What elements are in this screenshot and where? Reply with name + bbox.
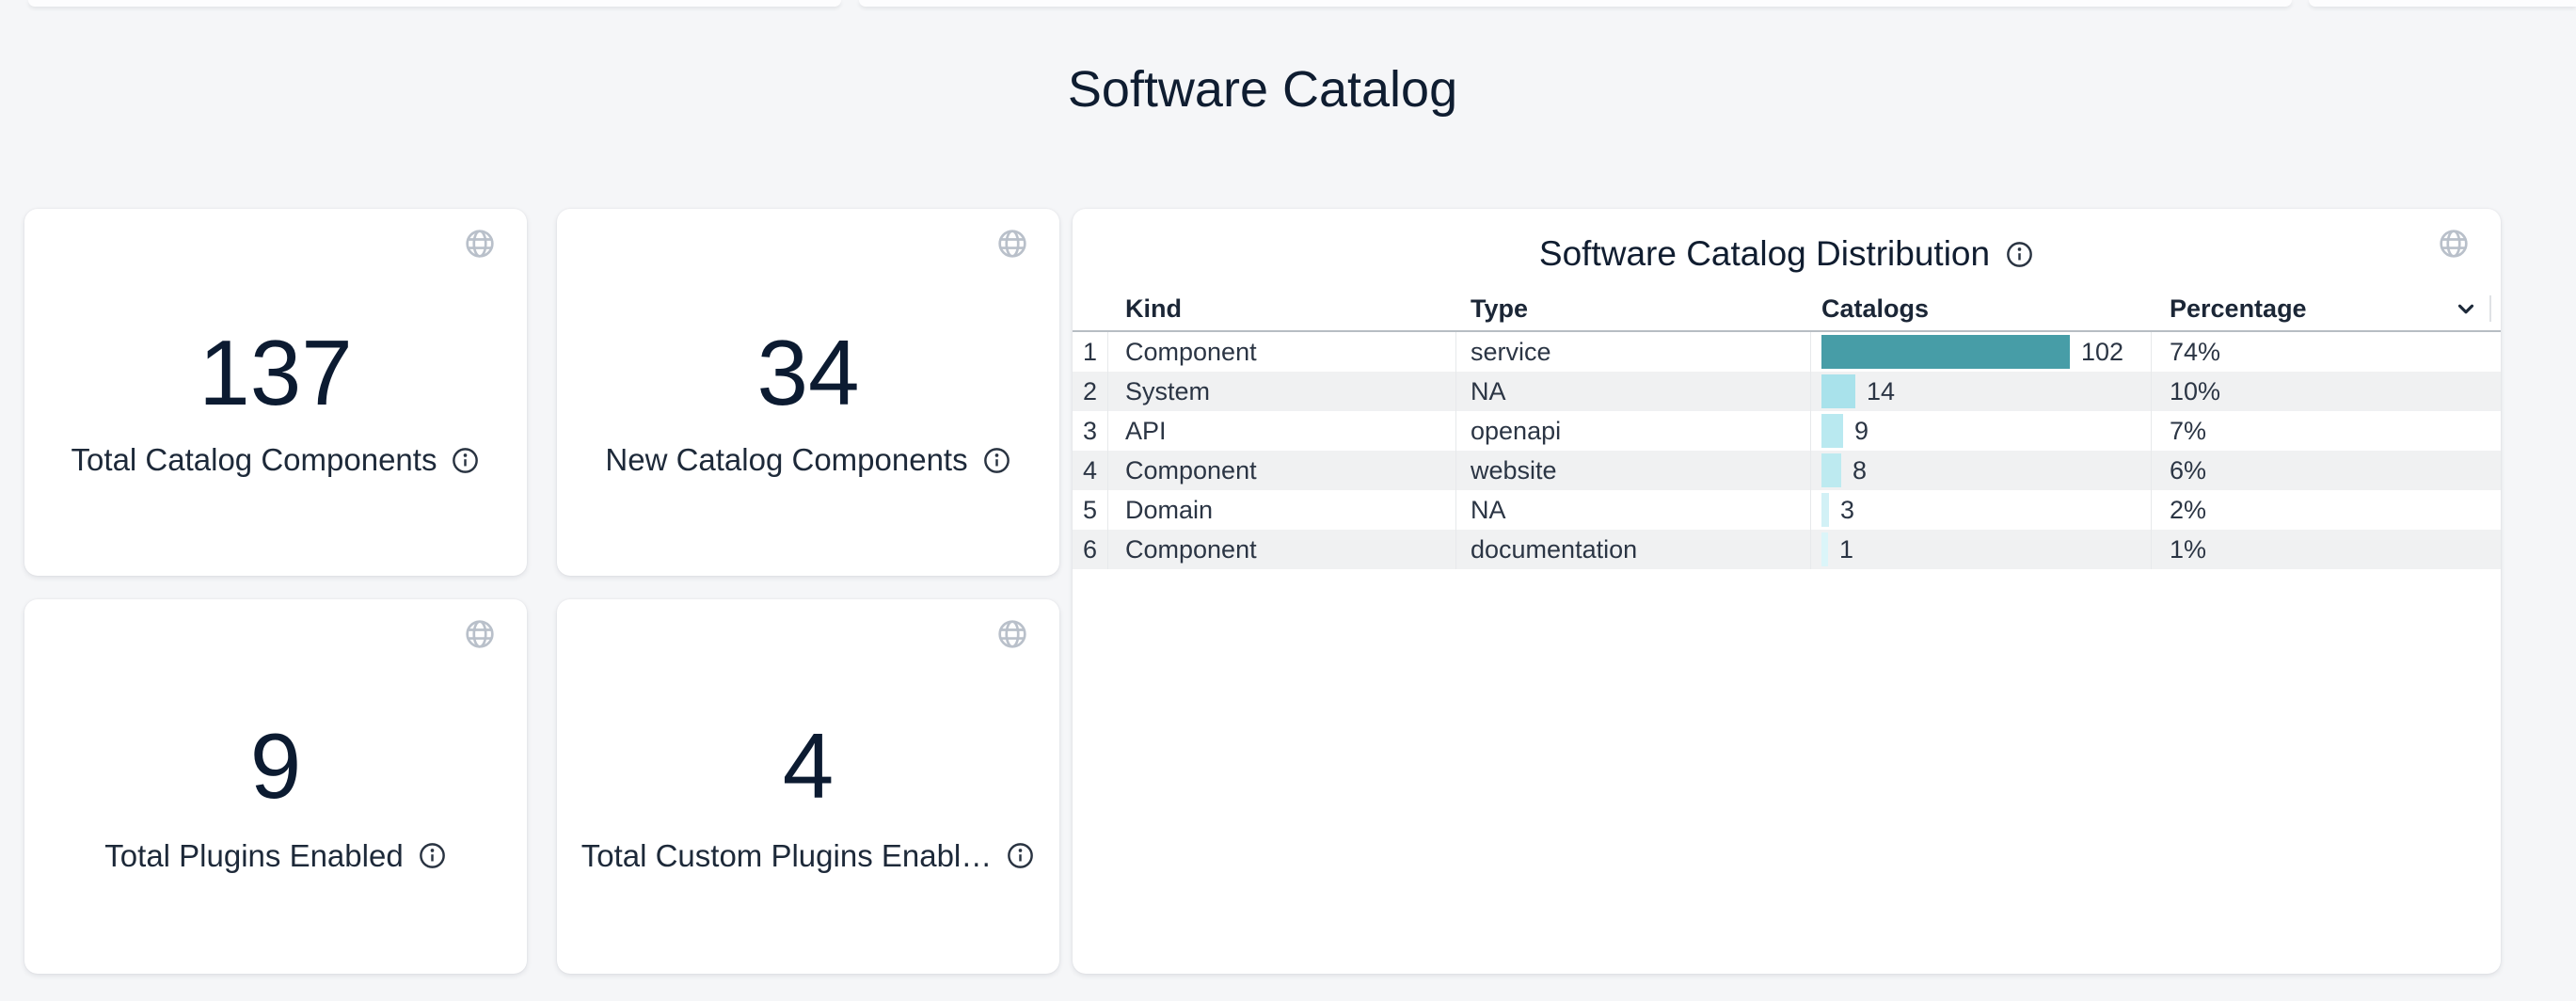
- cell-type: website: [1456, 451, 1811, 490]
- globe-icon[interactable]: [464, 618, 496, 650]
- cell-catalogs: 14: [1811, 372, 2152, 411]
- stat-card-total-catalog-components: 137 Total Catalog Components: [24, 209, 527, 576]
- table-row[interactable]: 2 System NA 14 10%: [1073, 372, 2501, 411]
- row-index: 4: [1073, 451, 1108, 490]
- catalog-value: 102: [2081, 338, 2123, 367]
- distribution-table: Kind Type Catalogs Percentage 1 Componen…: [1073, 287, 2501, 569]
- cell-type: service: [1456, 332, 1811, 372]
- column-header-label: Percentage: [2170, 294, 2307, 324]
- globe-icon[interactable]: [996, 228, 1028, 260]
- row-index: 2: [1073, 372, 1108, 411]
- distribution-card: Software Catalog Distribution Kind Type …: [1073, 209, 2501, 974]
- cell-percentage: 74%: [2152, 332, 2501, 372]
- column-header-index: [1073, 287, 1108, 330]
- cell-catalogs: 3: [1811, 490, 2152, 530]
- cell-kind: Component: [1108, 332, 1456, 372]
- catalog-bar: [1821, 414, 1843, 448]
- column-resize-handle[interactable]: [2489, 295, 2491, 322]
- cell-kind: API: [1108, 411, 1456, 451]
- stat-value: 9: [24, 707, 527, 824]
- stat-card-new-catalog-components: 34 New Catalog Components: [557, 209, 1059, 576]
- catalog-value: 8: [1852, 456, 1867, 485]
- cell-catalogs: 102: [1811, 332, 2152, 372]
- cell-type: documentation: [1456, 530, 1811, 569]
- stat-value: 4: [557, 707, 1059, 824]
- table-row[interactable]: 3 API openapi 9 7%: [1073, 411, 2501, 451]
- cell-type: openapi: [1456, 411, 1811, 451]
- cell-percentage: 2%: [2152, 490, 2501, 530]
- catalog-value: 14: [1867, 377, 1895, 406]
- column-header-type[interactable]: Type: [1456, 287, 1811, 330]
- cell-kind: System: [1108, 372, 1456, 411]
- column-header-percentage[interactable]: Percentage: [2152, 287, 2501, 330]
- cell-catalogs: 8: [1811, 451, 2152, 490]
- info-icon[interactable]: [418, 841, 447, 870]
- info-icon[interactable]: [451, 446, 480, 475]
- globe-icon[interactable]: [996, 618, 1028, 650]
- page-title: Software Catalog: [24, 60, 2501, 119]
- stat-card-total-custom-plugins-enabled: 4 Total Custom Plugins Enabl…: [557, 599, 1059, 974]
- stat-card-total-plugins-enabled: 9 Total Plugins Enabled: [24, 599, 527, 974]
- catalog-value: 9: [1854, 417, 1868, 446]
- stat-label: New Catalog Components: [605, 442, 967, 478]
- row-index: 1: [1073, 332, 1108, 372]
- cell-catalogs: 9: [1811, 411, 2152, 451]
- row-index: 5: [1073, 490, 1108, 530]
- table-row[interactable]: 6 Component documentation 1 1%: [1073, 530, 2501, 569]
- column-header-catalogs[interactable]: Catalogs: [1811, 287, 2152, 330]
- catalog-bar: [1821, 374, 1855, 408]
- stat-label: Total Catalog Components: [72, 442, 437, 478]
- chevron-down-icon[interactable]: [2454, 296, 2478, 321]
- cutoff-card-edge: [859, 0, 2292, 7]
- cell-percentage: 1%: [2152, 530, 2501, 569]
- catalog-bar: [1821, 335, 2070, 369]
- catalog-bar: [1821, 532, 1828, 566]
- cell-type: NA: [1456, 490, 1811, 530]
- table-header-row: Kind Type Catalogs Percentage: [1073, 287, 2501, 332]
- cell-kind: Component: [1108, 451, 1456, 490]
- table-row[interactable]: 5 Domain NA 3 2%: [1073, 490, 2501, 530]
- cutoff-card-edge: [28, 0, 841, 7]
- distribution-title: Software Catalog Distribution: [1539, 234, 1990, 274]
- stat-label: Total Custom Plugins Enabl…: [581, 838, 993, 874]
- table-row[interactable]: 4 Component website 8 6%: [1073, 451, 2501, 490]
- row-index: 3: [1073, 411, 1108, 451]
- stat-value: 137: [24, 314, 527, 431]
- cell-kind: Domain: [1108, 490, 1456, 530]
- row-index: 6: [1073, 530, 1108, 569]
- info-icon[interactable]: [982, 446, 1011, 475]
- catalog-bar: [1821, 453, 1841, 487]
- cell-percentage: 6%: [2152, 451, 2501, 490]
- cutoff-card-edge: [2309, 0, 2576, 7]
- stat-value: 34: [557, 314, 1059, 431]
- catalog-bar: [1821, 493, 1829, 527]
- catalog-value: 1: [1839, 535, 1853, 564]
- stat-label: Total Plugins Enabled: [104, 838, 403, 874]
- globe-icon[interactable]: [464, 228, 496, 260]
- cell-percentage: 7%: [2152, 411, 2501, 451]
- cell-kind: Component: [1108, 530, 1456, 569]
- cell-catalogs: 1: [1811, 530, 2152, 569]
- info-icon[interactable]: [1006, 841, 1035, 870]
- catalog-value: 3: [1840, 496, 1854, 525]
- cell-type: NA: [1456, 372, 1811, 411]
- table-row[interactable]: 1 Component service 102 74%: [1073, 332, 2501, 372]
- info-icon[interactable]: [2005, 240, 2034, 269]
- column-header-kind[interactable]: Kind: [1108, 287, 1456, 330]
- cell-percentage: 10%: [2152, 372, 2501, 411]
